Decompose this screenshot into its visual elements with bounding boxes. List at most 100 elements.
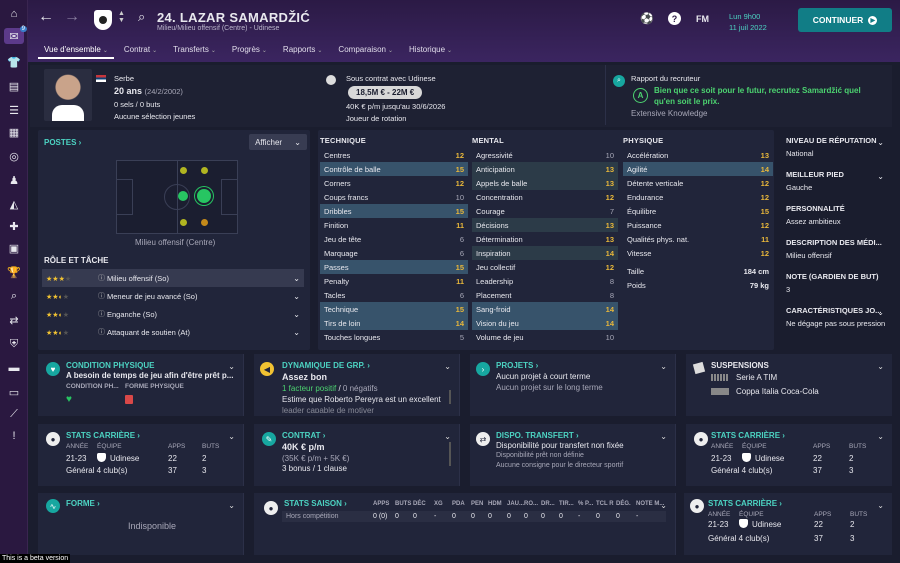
attribute-row[interactable]: Finition 11 [320,218,468,232]
training-icon[interactable]: ◭ [6,196,22,212]
attribute-row[interactable]: Sang-froid 14 [472,302,618,316]
role-row[interactable]: ★★◐★ ⓘ Attaquant de soutien (At) ⌄ [42,323,304,341]
back-arrow-icon[interactable]: ← [38,8,54,26]
chevron-down-icon[interactable]: ⌄ [660,432,667,441]
dev-icon[interactable]: ▭ [6,384,22,400]
attribute-row[interactable]: Tirs de loin 14 [320,316,468,330]
transfer-card[interactable]: ⇄ DISPO. TRANSFERT › ⌄ Disponibilité pou… [470,424,676,486]
attribute-row[interactable]: Équilibre 15 [623,204,773,218]
season-col-header[interactable]: DÉG. [616,501,631,507]
season-col-header[interactable]: JAU... [507,501,524,507]
attribute-row[interactable]: Penalty 11 [320,274,468,288]
projects-card[interactable]: › PROJETS › ⌄ Aucun projet à court terme… [470,354,676,416]
chevron-down-icon[interactable]: ⌄ [293,328,300,337]
info-icon[interactable]: ⓘ [98,327,105,337]
search-icon[interactable]: ⌕ [6,288,22,304]
tab-6[interactable]: Historique ⌄ [403,42,458,59]
attribute-row[interactable]: Technique 15 [320,302,468,316]
attribute-row[interactable]: Jeu collectif 12 [472,260,618,274]
career-card-3[interactable]: ● STATS CARRIÈRE › ⌄ ANNÉE ÉQUIPE APPS BUTS… [684,493,892,555]
attribute-row[interactable]: Contrôle de balle 15 [320,162,468,176]
tab-3[interactable]: Progrès ⌄ [226,42,273,59]
attribute-row[interactable]: Volume de jeu 10 [472,330,618,344]
season-col-header[interactable]: NOTE M... [636,501,664,507]
chevron-down-icon[interactable]: ⌄ [877,308,884,317]
alert-icon[interactable]: ! [6,428,22,444]
positions-title[interactable]: POSTES › [44,138,81,147]
inbox-icon[interactable]: ✉ 9 [4,26,27,44]
season-col-header[interactable]: % P... [578,501,593,507]
tab-0[interactable]: Vue d'ensemble ⌄ [38,42,114,59]
season-col-header[interactable]: PDA [452,501,465,507]
show-dropdown[interactable]: Afficher ⌄ [249,134,307,150]
attribute-row[interactable]: Appels de balle 13 [472,176,618,190]
form-card[interactable]: ∿ FORME › ⌄ Indisponible [38,493,244,555]
season-col-header[interactable]: RO... [524,501,538,507]
stats-icon[interactable]: ⟋ [6,406,22,422]
attribute-row[interactable]: Marquage 6 [320,246,468,260]
attribute-row[interactable]: Touches longues 5 [320,330,468,344]
attribute-row[interactable]: Concentration 12 [472,190,618,204]
chevron-down-icon[interactable]: ⌄ [228,362,235,371]
role-row[interactable]: ★★◐★ ⓘ Meneur de jeu avancé (So) ⌄ [42,287,304,305]
season-col-header[interactable]: BUTS [395,501,411,507]
side-info-item[interactable]: PERSONNALITÉ Assez ambitieux [786,204,886,227]
attribute-row[interactable]: Inspiration 14 [472,246,618,260]
career-card-1[interactable]: ● STATS CARRIÈRE › ⌄ ANNÉE ÉQUIPE APPS BUTS… [38,424,244,486]
medical-icon[interactable]: ✚ [6,218,22,234]
attribute-row[interactable]: Qualités phys. nat. 11 [623,232,773,246]
season-col-header[interactable]: XG [434,501,443,507]
tab-4[interactable]: Rapports ⌄ [277,42,329,59]
scouting-icon[interactable]: ♟ [6,172,22,188]
attribute-row[interactable]: Puissance 12 [623,218,773,232]
attribute-row[interactable]: Anticipation 13 [472,162,618,176]
attribute-row[interactable]: Décisions 13 [472,218,618,232]
attribute-row[interactable]: Coups francs 10 [320,190,468,204]
side-info-item[interactable]: MEILLEUR PIED Gauche [786,170,886,193]
role-row[interactable]: ★★★★ ⓘ Milieu offensif (So) ⌄ [42,269,304,287]
chevron-down-icon[interactable]: ⌄ [877,138,884,147]
chevron-down-icon[interactable]: ⌄ [228,501,235,510]
tab-2[interactable]: Transferts ⌄ [167,42,222,59]
attribute-row[interactable]: Vitesse 12 [623,246,773,260]
role-row[interactable]: ★★◐★ ⓘ Enganche (So) ⌄ [42,305,304,323]
contract-card[interactable]: ✎ CONTRAT › ⌄ 40K € p/m (35K € p/m + 5K … [254,424,460,486]
attribute-row[interactable]: Jeu de tête 6 [320,232,468,246]
chevron-down-icon[interactable]: ⌄ [877,362,884,371]
ball-icon[interactable]: ⚽ [640,12,654,25]
info-icon[interactable]: ⓘ [98,273,105,283]
continue-button[interactable]: CONTINUER ▶ [798,8,892,32]
attribute-row[interactable]: Endurance 12 [623,190,773,204]
club-crest[interactable] [94,10,112,30]
side-info-item[interactable]: DESCRIPTION DES MÉDI... Milieu offensif [786,238,886,261]
squad-icon[interactable]: 👕 [6,54,22,70]
season-col-header[interactable]: TIR... [559,501,574,507]
chevron-down-icon[interactable]: ⌄ [877,501,884,510]
tactics-icon[interactable]: ▤ [6,78,22,94]
attribute-row[interactable]: Accélération 13 [623,148,773,162]
side-info-item[interactable]: CARACTÉRISTIQUES JO... Ne dégage pas sous… [786,306,886,329]
chevron-down-icon[interactable]: ⌄ [228,432,235,441]
forward-arrow-icon[interactable]: → [64,8,80,26]
info-icon[interactable]: ⓘ [98,309,105,319]
schedule-icon[interactable]: ▦ [6,124,22,140]
tab-1[interactable]: Contrat ⌄ [118,42,163,59]
attribute-row[interactable]: Courage 7 [472,204,618,218]
chevron-down-icon[interactable]: ⌄ [293,274,300,283]
help-icon[interactable]: ? [668,12,681,25]
globe-icon[interactable]: ◎ [6,148,22,164]
chevron-down-icon[interactable]: ⌄ [877,172,884,181]
chevron-down-icon[interactable]: ⌄ [877,432,884,441]
calendar-icon[interactable]: ▣ [6,240,22,256]
attribute-row[interactable]: Détermination 13 [472,232,618,246]
player-switch-icon[interactable]: ▲ ▼ [118,10,125,24]
attribute-row[interactable]: Corners 12 [320,176,468,190]
staff-icon[interactable]: ☰ [6,102,22,118]
value-pill[interactable]: 18,5M € - 22M € [348,86,423,99]
search-player-icon[interactable]: ⌕ [138,9,145,25]
condition-card[interactable]: ♥ CONDITION PHYSIQUE ⌄ A besoin de temps… [38,354,244,416]
tab-5[interactable]: Comparaison ⌄ [332,42,399,59]
chevron-down-icon[interactable]: ⌄ [444,362,451,371]
club-icon[interactable]: ⛨ [6,336,22,352]
season-col-header[interactable]: TCL R [596,501,614,507]
